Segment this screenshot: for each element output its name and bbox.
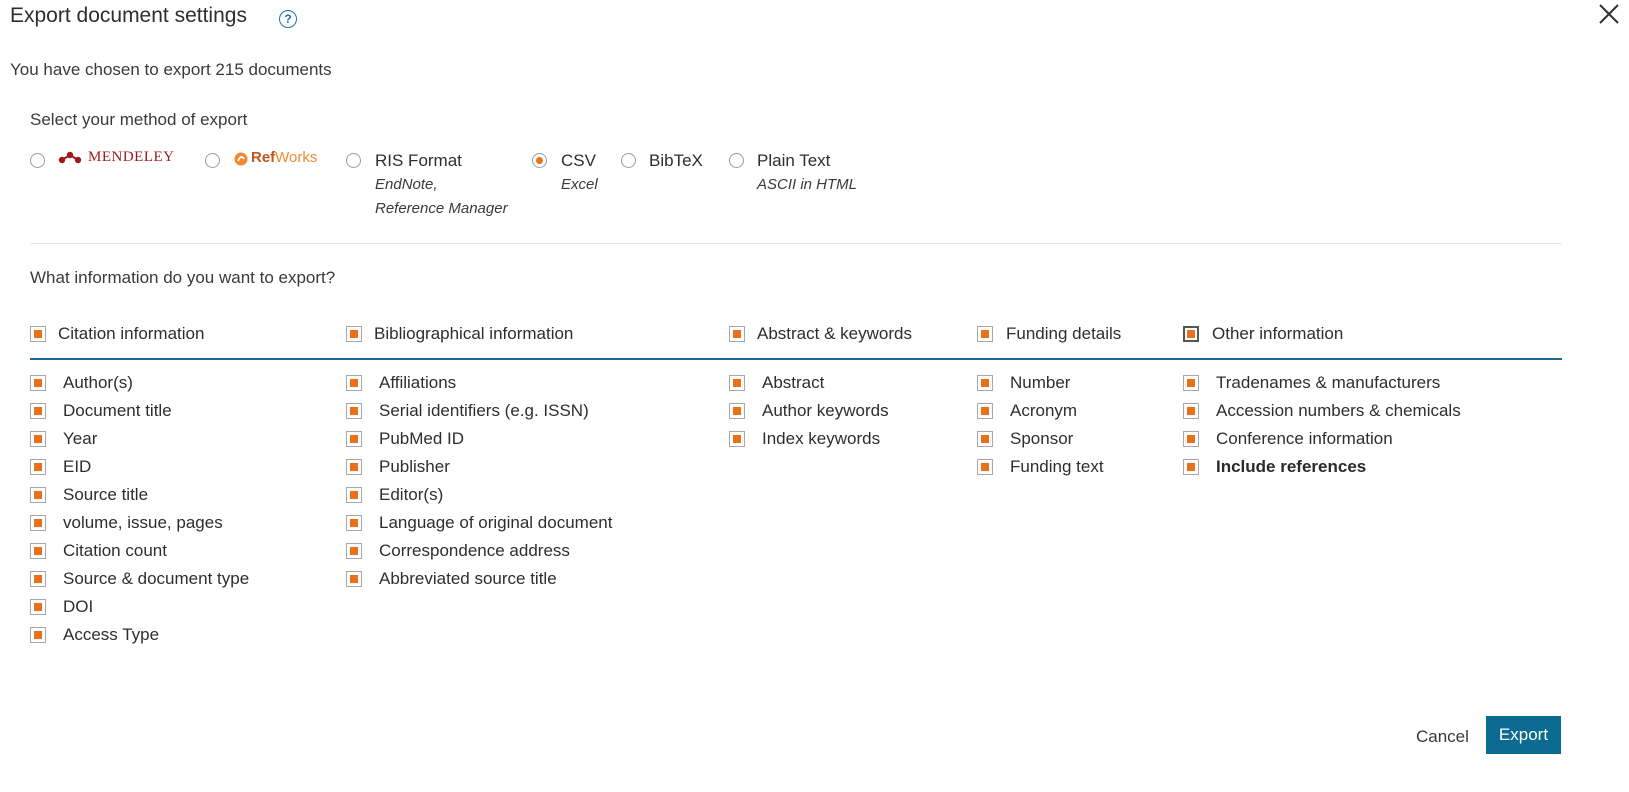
checkbox-accession-numbers[interactable] bbox=[1183, 403, 1199, 419]
csv-label: CSV bbox=[561, 151, 596, 170]
label-volume-issue-pages: volume, issue, pages bbox=[63, 513, 223, 532]
label-serial-identifiers: Serial identifiers (e.g. ISSN) bbox=[379, 401, 589, 420]
bibtex-radio[interactable] bbox=[621, 153, 636, 168]
checkbox-authors[interactable] bbox=[30, 375, 46, 391]
checkbox-publisher[interactable] bbox=[346, 459, 362, 475]
label-editors: Editor(s) bbox=[379, 485, 444, 504]
checkbox-sponsor[interactable] bbox=[977, 431, 993, 447]
label-correspondence-address: Correspondence address bbox=[379, 541, 570, 560]
label-acronym: Acronym bbox=[1010, 401, 1078, 420]
checkbox-language[interactable] bbox=[346, 515, 362, 531]
checkbox-acronym[interactable] bbox=[977, 403, 993, 419]
label-access-type: Access Type bbox=[63, 625, 160, 644]
category-label-citation: Citation information bbox=[58, 324, 205, 343]
export-count-text: You have chosen to export 215 documents bbox=[10, 60, 332, 79]
label-sponsor: Sponsor bbox=[1010, 429, 1074, 448]
refworks-logo-icon bbox=[234, 152, 248, 166]
label-authors: Author(s) bbox=[63, 373, 133, 392]
plaintext-radio[interactable] bbox=[729, 153, 744, 168]
checkbox-source-document-type[interactable] bbox=[30, 571, 46, 587]
category-label-funding: Funding details bbox=[1006, 324, 1122, 343]
label-doi: DOI bbox=[63, 597, 94, 616]
checkbox-abbreviated-source-title[interactable] bbox=[346, 571, 362, 587]
label-index-keywords: Index keywords bbox=[762, 429, 881, 448]
mendeley-radio[interactable] bbox=[30, 153, 45, 168]
checkbox-conference-information[interactable] bbox=[1183, 431, 1199, 447]
label-conference-information: Conference information bbox=[1216, 429, 1393, 448]
category-header-rule bbox=[30, 358, 1562, 360]
checkbox-funding-text[interactable] bbox=[977, 459, 993, 475]
label-number: Number bbox=[1010, 373, 1071, 392]
label-language: Language of original document bbox=[379, 513, 613, 532]
checkbox-number[interactable] bbox=[977, 375, 993, 391]
checkbox-access-type[interactable] bbox=[30, 627, 46, 643]
help-circle-icon[interactable]: ? bbox=[279, 10, 297, 28]
mendeley-logo-text: MENDELEY bbox=[88, 149, 175, 165]
checkbox-document-title[interactable] bbox=[30, 403, 46, 419]
checkbox-abstract[interactable] bbox=[729, 375, 745, 391]
label-source-title: Source title bbox=[63, 485, 149, 504]
label-abbreviated-source-title: Abbreviated source title bbox=[379, 569, 557, 588]
label-author-keywords: Author keywords bbox=[762, 401, 889, 420]
category-checkbox-funding[interactable] bbox=[977, 326, 993, 342]
checkbox-correspondence-address[interactable] bbox=[346, 543, 362, 559]
section-divider bbox=[30, 243, 1562, 244]
category-checkbox-citation[interactable] bbox=[30, 326, 46, 342]
checkbox-pubmed-id[interactable] bbox=[346, 431, 362, 447]
category-label-bibliographical: Bibliographical information bbox=[374, 324, 574, 343]
label-pubmed-id: PubMed ID bbox=[379, 429, 465, 448]
ris-radio[interactable] bbox=[346, 153, 361, 168]
plaintext-label: Plain Text bbox=[757, 151, 831, 170]
category-checkbox-bibliographical[interactable] bbox=[346, 326, 362, 342]
checkbox-citation-count[interactable] bbox=[30, 543, 46, 559]
label-eid: EID bbox=[63, 457, 92, 476]
label-affiliations: Affiliations bbox=[379, 373, 457, 392]
label-document-title: Document title bbox=[63, 401, 172, 420]
export-button[interactable]: Export bbox=[1486, 716, 1561, 754]
label-year: Year bbox=[63, 429, 98, 448]
ris-sub-refmanager: Reference Manager bbox=[375, 200, 508, 217]
checkbox-source-title[interactable] bbox=[30, 487, 46, 503]
category-checkbox-other[interactable] bbox=[1183, 326, 1199, 342]
mendeley-logo-icon bbox=[58, 151, 82, 164]
checkbox-index-keywords[interactable] bbox=[729, 431, 745, 447]
checkbox-year[interactable] bbox=[30, 431, 46, 447]
label-include-references: Include references bbox=[1216, 457, 1367, 476]
bibtex-label: BibTeX bbox=[649, 151, 703, 170]
cancel-button[interactable]: Cancel bbox=[1416, 727, 1469, 747]
close-icon[interactable] bbox=[1597, 2, 1621, 26]
checkbox-volume-issue-pages[interactable] bbox=[30, 515, 46, 531]
label-publisher: Publisher bbox=[379, 457, 450, 476]
ris-sub-endnote: EndNote, bbox=[375, 176, 438, 193]
refworks-logo-text: RefWorks bbox=[251, 149, 318, 166]
export-info-heading: What information do you want to export? bbox=[30, 268, 336, 287]
checkbox-doi[interactable] bbox=[30, 599, 46, 615]
label-tradenames: Tradenames & manufacturers bbox=[1216, 373, 1441, 392]
plaintext-sub-ascii: ASCII in HTML bbox=[757, 176, 858, 193]
checkbox-eid[interactable] bbox=[30, 459, 46, 475]
label-abstract: Abstract bbox=[762, 373, 825, 392]
checkbox-include-references[interactable] bbox=[1183, 459, 1199, 475]
category-label-abstract: Abstract & keywords bbox=[757, 324, 912, 343]
dialog-title: Export document settings bbox=[10, 4, 247, 27]
csv-sub-excel: Excel bbox=[561, 176, 598, 193]
category-label-other: Other information bbox=[1212, 324, 1344, 343]
checkbox-serial-identifiers[interactable] bbox=[346, 403, 362, 419]
export-method-heading: Select your method of export bbox=[30, 110, 248, 129]
ris-label: RIS Format bbox=[375, 151, 462, 170]
checkbox-tradenames[interactable] bbox=[1183, 375, 1199, 391]
refworks-radio[interactable] bbox=[205, 153, 220, 168]
checkbox-editors[interactable] bbox=[346, 487, 362, 503]
label-citation-count: Citation count bbox=[63, 541, 167, 560]
label-source-document-type: Source & document type bbox=[63, 569, 250, 588]
category-checkbox-abstract[interactable] bbox=[729, 326, 745, 342]
csv-radio[interactable] bbox=[532, 153, 547, 168]
checkbox-author-keywords[interactable] bbox=[729, 403, 745, 419]
label-funding-text: Funding text bbox=[1010, 457, 1104, 476]
checkbox-affiliations[interactable] bbox=[346, 375, 362, 391]
label-accession-numbers: Accession numbers & chemicals bbox=[1216, 401, 1461, 420]
